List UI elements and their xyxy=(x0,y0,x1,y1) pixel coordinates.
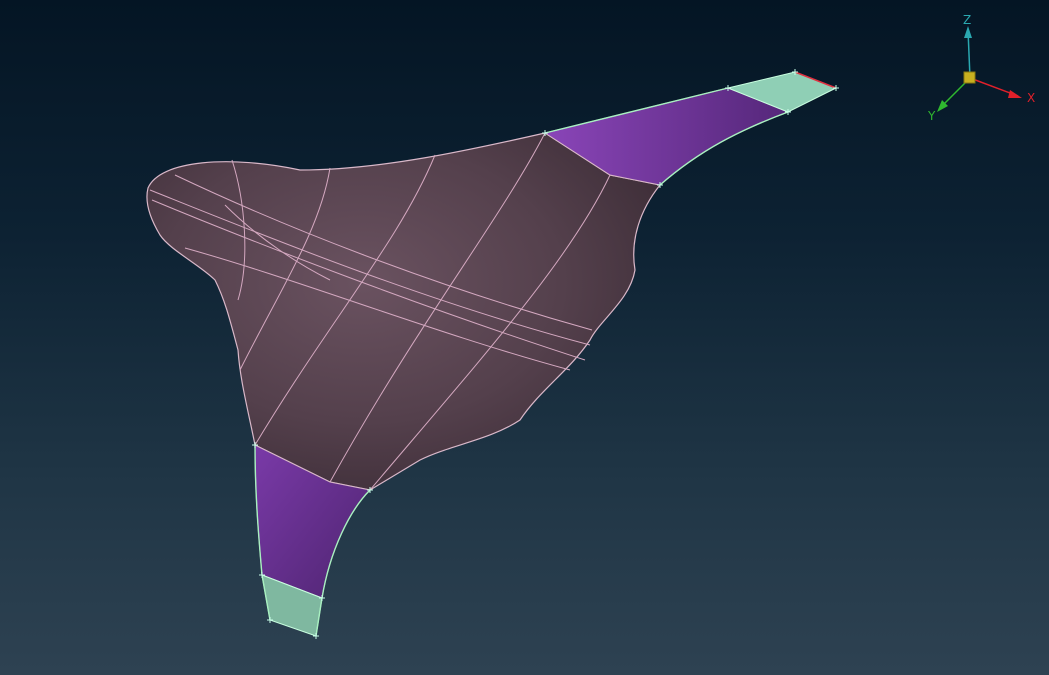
z-axis-arrow-icon xyxy=(964,26,972,38)
3d-viewport[interactable]: Z X Y xyxy=(0,0,1049,675)
triad-origin-cube xyxy=(963,71,976,84)
x-axis-arrow-icon xyxy=(1008,90,1022,98)
z-axis-label: Z xyxy=(963,13,971,27)
saddle-body-surface[interactable] xyxy=(146,132,662,491)
axis-triad[interactable]: Z X Y xyxy=(927,13,1035,123)
y-axis-label: Y xyxy=(927,109,936,123)
x-axis-label: X xyxy=(1027,91,1035,105)
model-canvas[interactable]: Z X Y xyxy=(0,0,1049,675)
